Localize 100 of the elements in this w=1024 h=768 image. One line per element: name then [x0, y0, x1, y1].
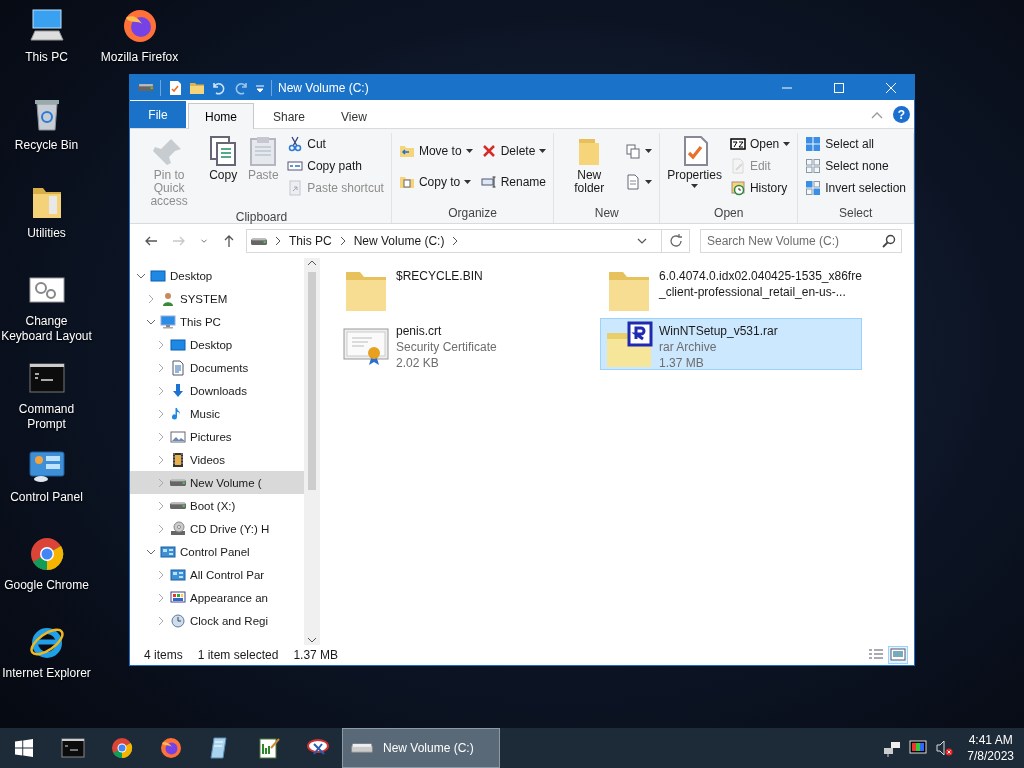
- file-tile[interactable]: $RECYCLE.BIN: [337, 263, 599, 315]
- desktop-icon-label[interactable]: Mozilla Firefox: [93, 50, 186, 65]
- customize-caret-icon[interactable]: [255, 82, 265, 93]
- close-icon: [886, 82, 896, 93]
- grid-partial-icon: [805, 180, 822, 196]
- easy-access-icon: [625, 174, 642, 191]
- ribbon-button[interactable]: Invert selection: [802, 177, 909, 199]
- ribbon-button[interactable]: Copy path: [284, 155, 387, 177]
- desktop-icon-label[interactable]: Google Chrome: [0, 578, 93, 593]
- dropdown-caret-icon: [783, 142, 791, 146]
- muted-speaker-icon[interactable]: [935, 739, 954, 757]
- maximize-icon: [834, 82, 844, 93]
- shortcut-icon: [287, 180, 304, 196]
- download-arrow-icon: [170, 382, 186, 399]
- dropdown-caret-icon: [645, 180, 653, 185]
- tree-item[interactable]: Documents: [130, 356, 304, 379]
- edit-document-icon: [256, 736, 281, 760]
- ribbon-button[interactable]: Select all: [802, 133, 909, 155]
- desktop-icon-label[interactable]: Change Keyboard Layout: [0, 314, 93, 344]
- dropdown-caret-icon: [465, 148, 473, 153]
- tree-item[interactable]: Clock and Regi: [130, 609, 304, 632]
- network-icon[interactable]: [883, 739, 902, 757]
- properties-icon[interactable]: [167, 79, 183, 96]
- tree-item[interactable]: This PC: [130, 310, 304, 333]
- tree-item[interactable]: CD Drive (Y:) H: [130, 517, 304, 540]
- chevron-icon: [338, 236, 347, 246]
- dropdown-caret-icon: [691, 184, 699, 188]
- item-count: 4 items: [144, 648, 183, 662]
- ribbon-button[interactable]: Copy to: [395, 171, 476, 194]
- taskbar-window-button[interactable]: New Volume (C:): [342, 728, 500, 768]
- user-icon: [160, 290, 176, 307]
- ribbon-button[interactable]: Select none: [802, 155, 909, 177]
- color-display-icon[interactable]: [909, 739, 928, 757]
- control-panel-icon: [170, 566, 186, 583]
- film-icon: [170, 451, 186, 468]
- ribbon-tab[interactable]: Home: [188, 103, 254, 129]
- tree-item[interactable]: SYSTEM: [130, 287, 304, 310]
- file-type: Security Certificate: [396, 339, 498, 355]
- address-dropdown-chevron-icon[interactable]: [637, 238, 647, 244]
- tree-item[interactable]: Downloads: [130, 379, 304, 402]
- desktop-icon-label[interactable]: Utilities: [0, 226, 93, 241]
- grid-filled-icon: [805, 136, 822, 152]
- ribbon-group-label: Organize: [447, 206, 498, 222]
- desktop-icon-label[interactable]: Control Panel: [0, 490, 93, 505]
- desktop-icon-label[interactable]: This PC: [0, 50, 93, 65]
- desktop-icon-label[interactable]: Command Prompt: [0, 402, 93, 432]
- selection-count: 1 item selected: [197, 648, 279, 662]
- help-button[interactable]: ?: [893, 106, 910, 123]
- scroll-up-icon[interactable]: [307, 258, 317, 268]
- clock-icon: [170, 612, 186, 629]
- breadcrumb[interactable]: This PC: [289, 234, 332, 248]
- breadcrumb[interactable]: New Volume (C:): [353, 234, 445, 248]
- ribbon-button[interactable]: History: [726, 177, 794, 199]
- selection-size: 1.37 MB: [293, 648, 339, 662]
- tree-item[interactable]: Boot (X:): [130, 494, 304, 517]
- large-icons-view-button[interactable]: [888, 646, 908, 664]
- dropdown-caret-icon: [539, 148, 547, 153]
- address-bar[interactable]: This PC New Volume (C:): [246, 229, 690, 253]
- tree-item[interactable]: Pictures: [130, 425, 304, 448]
- search-field[interactable]: Search New Volume (C:): [700, 229, 902, 253]
- ribbon-button[interactable]: New folder: [558, 133, 621, 197]
- file-tile[interactable]: penis.crt Security Certificate 2.02 KB: [337, 318, 599, 370]
- desktop-icon-label[interactable]: Recycle Bin: [0, 138, 93, 153]
- ribbon-button[interactable]: Open: [726, 133, 794, 155]
- ribbon-button[interactable]: Move to: [395, 139, 476, 162]
- archive-app-icon: [729, 136, 746, 152]
- tree-item[interactable]: Desktop: [130, 333, 304, 356]
- scrollbar[interactable]: [304, 258, 320, 645]
- drive-icon[interactable]: [138, 83, 154, 92]
- collapse-ribbon-chevron-icon[interactable]: [871, 110, 883, 119]
- ribbon-button[interactable]: Cut: [284, 133, 387, 155]
- ribbon-button[interactable]: Delete: [477, 139, 550, 162]
- taskbar-clock[interactable]: 4:41 AM 7/8/2023: [967, 732, 1014, 764]
- ribbon-group-label: Clipboard: [234, 210, 289, 224]
- tree-item[interactable]: Music: [130, 402, 304, 425]
- chevron-icon: [451, 236, 460, 246]
- file-menu-tab[interactable]: File: [130, 101, 186, 128]
- scroll-down-icon[interactable]: [307, 635, 317, 645]
- file-name: penis.crt: [396, 323, 443, 339]
- desktop-icon-label[interactable]: Internet Explorer: [0, 666, 93, 681]
- ribbon-button[interactable]: Copy: [204, 133, 243, 184]
- ribbon-tab[interactable]: Share: [256, 104, 323, 128]
- tree-item[interactable]: Videos: [130, 448, 304, 471]
- drive-icon: [251, 236, 267, 246]
- ribbon-button[interactable]: Properties: [664, 133, 725, 190]
- file-tile[interactable]: WinNTSetup_v531.rar rar Archive 1.37 MB: [600, 318, 862, 370]
- terminal-icon: [60, 736, 85, 760]
- tree-item[interactable]: All Control Par: [130, 563, 304, 586]
- tree-item[interactable]: New Volume (: [130, 471, 304, 494]
- chevron-icon: [274, 236, 282, 246]
- tree-item[interactable]: Appearance an: [130, 586, 304, 609]
- ribbon-tab[interactable]: View: [324, 104, 384, 128]
- ribbon-button[interactable]: Rename: [477, 171, 550, 194]
- chrome-icon: [109, 736, 134, 760]
- tree-item[interactable]: Control Panel: [130, 540, 304, 563]
- file-tile[interactable]: 6.0.4074.0.idx02.040425-1535_x86fre_client-professional_retail_en-us-...: [600, 263, 862, 315]
- delete-icon: [480, 142, 497, 159]
- search-icon[interactable]: [882, 234, 896, 248]
- file-type: rar Archive: [659, 339, 718, 355]
- tree-item[interactable]: Desktop: [130, 264, 304, 287]
